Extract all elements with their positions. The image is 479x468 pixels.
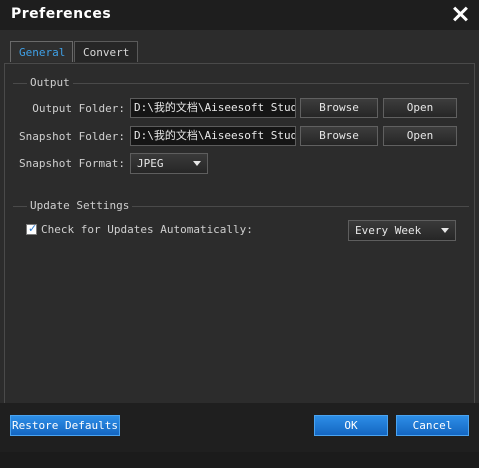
update-frequency-value: Every Week xyxy=(355,224,422,237)
snapshot-open-button[interactable]: Open xyxy=(383,126,457,146)
snapshot-folder-label: Snapshot Folder: xyxy=(19,130,125,143)
close-icon[interactable] xyxy=(451,5,469,23)
output-folder-field[interactable]: D:\我的文档\Aiseesoft Stud: xyxy=(130,98,296,118)
auto-update-checkbox[interactable]: ✓ xyxy=(26,222,38,235)
output-open-button[interactable]: Open xyxy=(383,98,457,118)
footer-bar: Restore Defaults OK Cancel xyxy=(0,403,479,452)
chevron-down-icon xyxy=(441,228,449,233)
snapshot-folder-field[interactable]: D:\我的文档\Aiseesoft Stud: xyxy=(130,126,296,146)
restore-defaults-button[interactable]: Restore Defaults xyxy=(10,415,120,436)
output-section-title: Output xyxy=(27,76,73,89)
snapshot-format-value: JPEG xyxy=(137,157,164,170)
snapshot-format-select[interactable]: JPEG xyxy=(130,153,208,174)
checkmark-icon: ✓ xyxy=(28,222,38,235)
cancel-button[interactable]: Cancel xyxy=(396,415,469,436)
update-section-title: Update Settings xyxy=(27,199,133,212)
output-folder-label: Output Folder: xyxy=(32,102,125,115)
title-bar: Preferences xyxy=(0,0,479,30)
auto-update-label: Check for Updates Automatically: xyxy=(41,223,253,236)
output-divider xyxy=(13,83,469,84)
tab-convert[interactable]: Convert xyxy=(74,41,138,62)
preferences-body: General Convert Output Output Folder: D:… xyxy=(0,30,479,455)
update-frequency-select[interactable]: Every Week xyxy=(348,220,456,241)
general-panel: Output Output Folder: D:\我的文档\Aiseesoft … xyxy=(4,63,475,419)
tab-general[interactable]: General xyxy=(10,41,73,62)
ok-button[interactable]: OK xyxy=(314,415,388,436)
chevron-down-icon xyxy=(193,161,201,166)
snapshot-browse-button[interactable]: Browse xyxy=(300,126,378,146)
snapshot-format-label: Snapshot Format: xyxy=(19,157,125,170)
output-browse-button[interactable]: Browse xyxy=(300,98,378,118)
window-title: Preferences xyxy=(11,6,112,22)
